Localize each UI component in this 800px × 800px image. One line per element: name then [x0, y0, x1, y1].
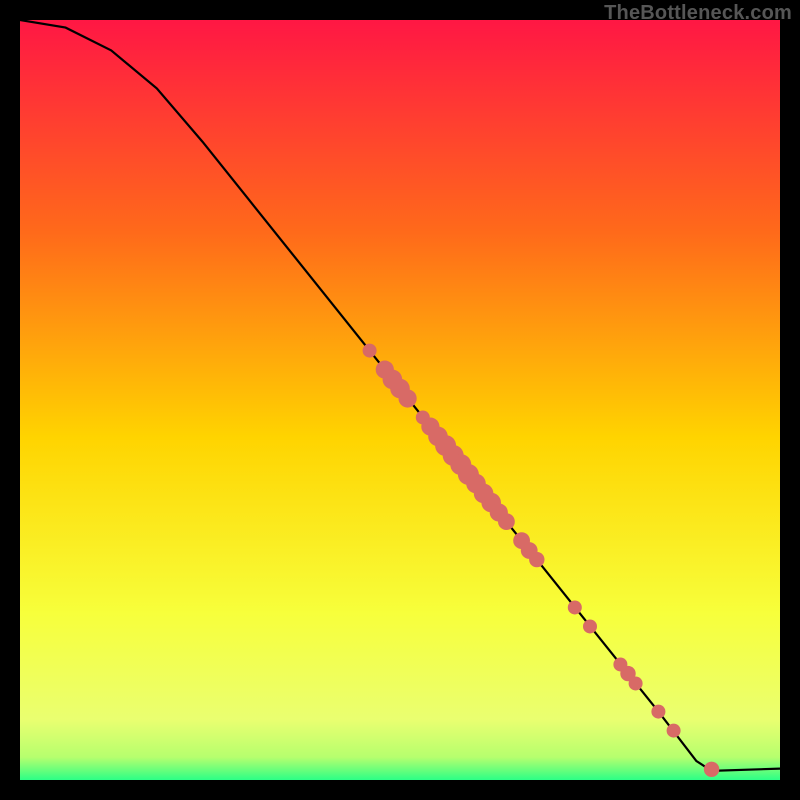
- data-marker: [629, 676, 643, 690]
- data-marker: [583, 619, 597, 633]
- data-marker: [704, 762, 719, 777]
- chart-svg: [20, 20, 780, 780]
- data-marker: [568, 600, 582, 614]
- data-marker: [363, 344, 377, 358]
- plot-area: [20, 20, 780, 780]
- data-marker: [651, 705, 665, 719]
- data-marker: [667, 724, 681, 738]
- chart-frame: TheBottleneck.com: [0, 0, 800, 800]
- data-marker: [529, 552, 544, 567]
- data-marker: [399, 389, 417, 407]
- data-marker: [498, 513, 515, 530]
